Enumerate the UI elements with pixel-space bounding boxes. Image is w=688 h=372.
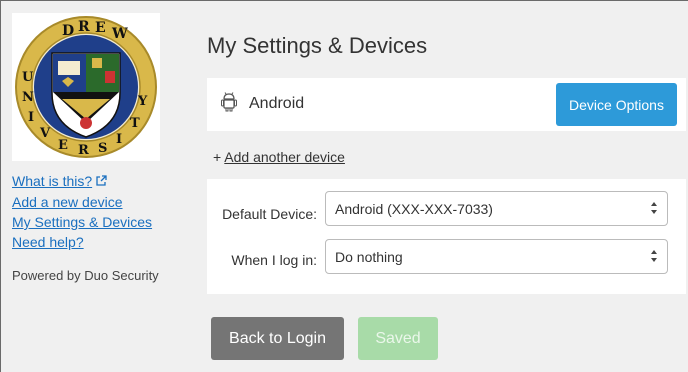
select-arrows-icon: [651, 202, 657, 214]
svg-text:I: I: [28, 110, 34, 125]
default-device-label: Default Device:: [222, 206, 317, 222]
svg-text:T: T: [130, 116, 140, 131]
svg-text:W: W: [111, 26, 128, 42]
svg-text:Y: Y: [137, 94, 148, 109]
svg-text:U: U: [22, 70, 34, 85]
default-device-value: Android (XXX-XXX-7033): [335, 201, 493, 217]
svg-text:V: V: [39, 126, 51, 141]
university-seal-icon: D R E W U N I V E R S I T Y: [15, 16, 157, 158]
back-to-login-button[interactable]: Back to Login: [211, 317, 344, 360]
add-another-prefix: +: [213, 149, 225, 165]
drew-university-logo: D R E W U N I V E R S I T Y: [12, 13, 160, 161]
svg-text:R: R: [78, 19, 90, 35]
external-link-icon: [95, 172, 107, 192]
device-options-button[interactable]: Device Options: [556, 83, 677, 126]
login-action-label: When I log in:: [231, 252, 317, 268]
saved-button[interactable]: Saved: [358, 317, 438, 360]
svg-text:D: D: [62, 23, 74, 39]
device-name: Android: [249, 95, 305, 112]
default-device-select[interactable]: Android (XXX-XXX-7033): [325, 191, 668, 226]
svg-text:E: E: [95, 20, 106, 36]
page-title: My Settings & Devices: [207, 33, 428, 58]
add-another-device: + Add another device: [213, 149, 345, 165]
device-card: Android Device Options: [207, 78, 686, 131]
add-new-device-link[interactable]: Add a new device: [12, 192, 152, 212]
svg-text:S: S: [98, 141, 107, 156]
select-arrows-icon: [651, 250, 657, 262]
what-is-this-link[interactable]: What is this?: [12, 171, 152, 192]
svg-text:E: E: [58, 138, 68, 153]
svg-text:N: N: [22, 90, 34, 105]
login-action-select[interactable]: Do nothing: [325, 239, 668, 274]
my-settings-link[interactable]: My Settings & Devices: [12, 212, 152, 232]
login-action-value: Do nothing: [335, 249, 403, 265]
add-another-device-link[interactable]: Add another device: [224, 149, 345, 165]
what-is-this-label: What is this?: [12, 173, 93, 189]
android-icon: [221, 92, 237, 117]
settings-card: Default Device: Android (XXX-XXX-7033) W…: [207, 179, 686, 294]
app-frame: D R E W U N I V E R S I T Y What is this…: [0, 0, 688, 372]
need-help-link[interactable]: Need help?: [12, 232, 152, 252]
svg-text:R: R: [78, 143, 89, 158]
powered-by-text: Powered by Duo Security: [12, 268, 159, 283]
svg-text:I: I: [116, 132, 122, 147]
sidebar-links: What is this? Add a new device My Settin…: [12, 171, 152, 252]
